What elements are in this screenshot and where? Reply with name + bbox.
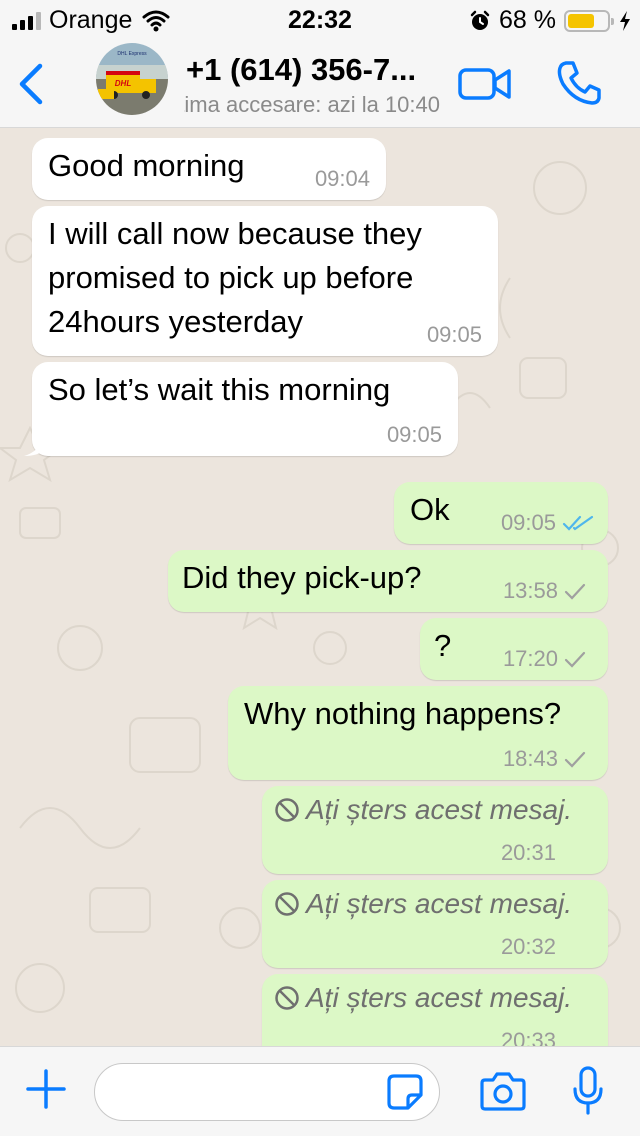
input-bar <box>0 1046 640 1136</box>
double-check-read-icon <box>562 515 594 531</box>
deleted-icon <box>275 892 299 916</box>
camera-icon[interactable] <box>480 1069 526 1113</box>
deleted-message-label: Ați șters acest mesaj. <box>274 982 572 1014</box>
message-outgoing[interactable]: Why nothing happens? 18:43 <box>228 686 608 780</box>
message-time-text: 09:05 <box>426 322 482 347</box>
message-meta: 13:58 <box>503 578 586 604</box>
charging-icon <box>620 10 630 31</box>
message-time: 09:04 <box>315 166 370 192</box>
message-text-line: I will call now because they <box>48 216 422 251</box>
contact-status: ultima accesare: azi la 10:40 <box>184 92 440 118</box>
message-text: Ok <box>410 492 450 527</box>
message-incoming[interactable]: I will call now because they promised to… <box>32 206 498 356</box>
message-text: Did they pick-up? <box>182 560 422 595</box>
deleted-message-label: Ați șters acest mesaj. <box>274 888 572 920</box>
message-text-line: 24hours yesterday <box>48 304 304 339</box>
message-time-text: 20:32 <box>500 934 556 959</box>
message-incoming[interactable]: Good morning 09:04 <box>32 138 386 200</box>
message-time-text: 09:05 <box>500 510 556 535</box>
message-time-text: 18:43 <box>502 746 558 771</box>
video-camera-icon[interactable] <box>458 64 512 104</box>
avatar-label: DHL Express <box>117 51 147 57</box>
phone-icon[interactable] <box>556 60 602 106</box>
message-deleted[interactable]: Ați șters acest mesaj. 20:31 <box>262 786 608 874</box>
message-time-text: 09:04 <box>314 166 370 191</box>
avatar-logo: DHL <box>115 79 132 88</box>
message-time-text: 17:20 <box>502 646 558 671</box>
message-deleted[interactable]: Ați șters acest mesaj. 20:32 <box>262 880 608 968</box>
message-time-text: 13:58 <box>502 578 558 603</box>
battery-fill <box>568 13 594 28</box>
message-text: Good morning <box>48 148 245 183</box>
deleted-icon <box>275 986 299 1010</box>
check-sent-icon <box>564 751 586 768</box>
deleted-message-label: Ați șters acest mesaj. <box>274 794 572 826</box>
message-meta: 17:20 <box>503 646 586 672</box>
message-time: 09:05 <box>387 422 442 448</box>
status-right: 68 % <box>469 6 632 35</box>
message-time-text: 20:33 <box>500 1028 556 1046</box>
message-time: 20:33 <box>501 1028 556 1046</box>
deleted-icon <box>275 798 299 822</box>
status-bar: Orange 22:32 68 % <box>0 0 640 40</box>
chat-header: DHL DHL Express +1 (614) 356-7... ultima… <box>0 40 640 128</box>
contact-avatar[interactable]: DHL DHL Express <box>96 43 168 115</box>
message-outgoing[interactable]: Did they pick-up? 13:58 <box>168 550 608 612</box>
message-incoming[interactable]: So let’s wait this morning 09:05 <box>24 362 458 456</box>
message-text: So let’s wait this morning <box>48 372 391 407</box>
message-text-line: promised to pick up before <box>48 260 414 295</box>
message-meta: 18:43 <box>503 746 586 772</box>
chat-area[interactable]: Good morning 09:04 I will call now becau… <box>0 128 640 1046</box>
message-time: 09:05 <box>427 322 482 348</box>
message-outgoing[interactable]: Ok 09:05 <box>394 482 608 544</box>
battery-icon <box>564 9 614 32</box>
message-time-text: 20:31 <box>500 840 556 865</box>
contact-status-text: ultima accesare: azi la 10:40 <box>184 92 440 117</box>
plus-icon[interactable] <box>24 1067 68 1111</box>
sticker-icon[interactable] <box>386 1073 424 1111</box>
microphone-icon[interactable] <box>572 1065 604 1117</box>
message-text: ? <box>434 628 452 663</box>
message-time: 20:32 <box>501 934 556 960</box>
deleted-message-text: Ați șters acest mesaj. <box>306 794 573 825</box>
message-meta: 09:05 <box>501 510 594 536</box>
battery-percent: 68 % <box>499 6 556 34</box>
bubble-tail <box>24 438 44 456</box>
alarm-icon <box>470 10 490 30</box>
deleted-message-text: Ați șters acest mesaj. <box>306 888 573 919</box>
message-outgoing[interactable]: ? 17:20 <box>420 618 608 680</box>
deleted-message-text: Ați șters acest mesaj. <box>306 982 573 1013</box>
message-time-text: 09:05 <box>386 422 442 447</box>
message-text: Why nothing happens? <box>244 696 562 731</box>
message-deleted[interactable]: Ați șters acest mesaj. 20:33 <box>262 974 608 1046</box>
check-sent-icon <box>564 651 586 668</box>
contact-name[interactable]: +1 (614) 356-7... <box>186 52 416 88</box>
check-sent-icon <box>564 583 586 600</box>
message-time: 20:31 <box>501 840 556 866</box>
chevron-left-icon[interactable] <box>14 60 50 108</box>
